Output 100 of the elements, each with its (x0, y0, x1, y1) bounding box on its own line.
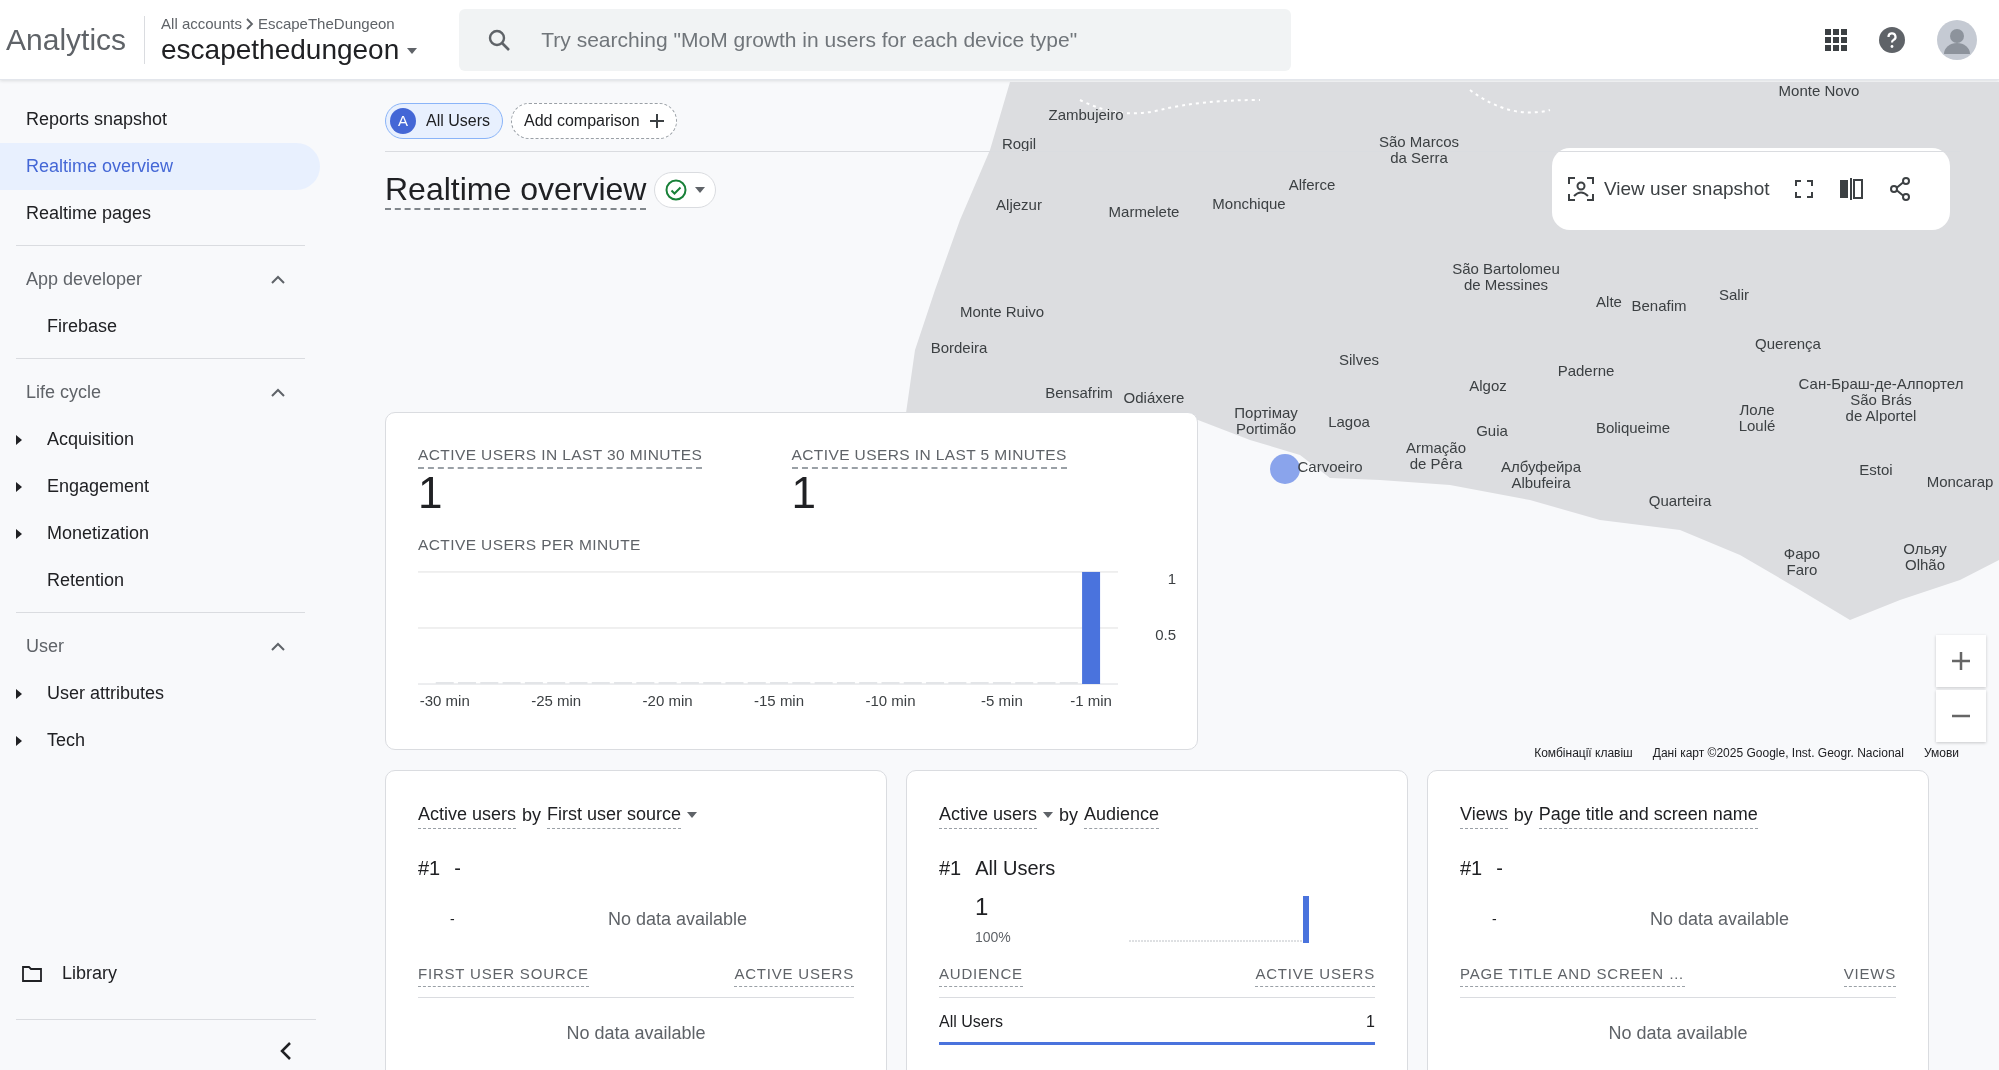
sidebar-item[interactable]: Realtime overview (0, 143, 320, 190)
location-dot (1270, 454, 1300, 484)
top-item-name: - (1496, 856, 1503, 882)
property-selector[interactable]: escapethedungeon (161, 35, 400, 67)
breadcrumb-link[interactable]: All accounts (161, 12, 242, 36)
metric-label: ACTIVE USERS IN LAST 5 MINUTES (791, 443, 1067, 469)
status-dropdown[interactable] (654, 172, 717, 209)
map-attribution[interactable]: Умови (1923, 746, 1959, 760)
top-item-value: 1 (975, 892, 990, 923)
map-place-label: Guia (1476, 423, 1508, 439)
map-place-label: Estoi (1859, 462, 1893, 478)
map-place-label: Carvoeiro (1297, 459, 1363, 475)
chevron-left-icon[interactable] (280, 1042, 292, 1060)
title-connector: by (522, 803, 542, 827)
search-field[interactable]: Try searching "MoM growth in users for each device type" (459, 8, 1292, 71)
expand-arrow-icon[interactable] (16, 688, 22, 699)
map-place-label: Сан-Браш-де-Алпортел São Brás de Alportel (1798, 376, 1964, 424)
map-place-label: Фаро Faro (1783, 546, 1821, 578)
sidebar-item[interactable]: Acquisition (47, 426, 135, 453)
expand-arrow-icon[interactable] (16, 434, 22, 445)
empty-table-message: No data available (566, 1022, 706, 1043)
x-axis-label: -5 min (981, 692, 1023, 710)
map-attribution[interactable]: Дані карт ©2025 Google, Inst. Geogr. Nacional (1652, 746, 1904, 760)
sidebar-item[interactable]: Reports snapshot (0, 96, 320, 143)
rank-label: #1 (1460, 856, 1483, 882)
map-place-label: Salir (1719, 287, 1749, 303)
caret-icon (695, 187, 706, 194)
section-heading: Life cycle (26, 381, 102, 404)
expand-arrow-icon[interactable] (16, 735, 22, 746)
breadcrumb-link[interactable]: EscapeTheDungeon (257, 12, 395, 36)
column-header[interactable]: FIRST USER SOURCE (418, 963, 589, 987)
title-connector: by (1059, 803, 1079, 827)
map-place-label: Algoz (1469, 378, 1507, 394)
caret-icon (407, 47, 418, 54)
chevron-right-icon (245, 18, 254, 31)
view-user-snapshot-button[interactable]: View user snapshot (1604, 174, 1770, 204)
add-comparison-button[interactable]: Add comparison (511, 103, 677, 139)
dimension-name[interactable]: First user source (547, 801, 682, 830)
map-place-label: Armação de Pêra (1406, 440, 1466, 472)
library-link[interactable]: Library (62, 960, 118, 987)
share-percent: 100% (975, 929, 1011, 946)
map-place-label: Bordeira (930, 340, 988, 356)
metric-value: 1 (418, 468, 443, 518)
column-header[interactable]: VIEWS (1843, 963, 1896, 987)
column-header[interactable]: ACTIVE USERS (734, 963, 854, 987)
map-place-label: São Bartolomeu de Messines (1452, 261, 1560, 293)
share-icon[interactable] (1889, 177, 1912, 201)
dimension-name[interactable]: Audience (1084, 801, 1160, 830)
dimension-name[interactable]: Page title and screen name (1538, 801, 1758, 830)
segment-chip[interactable]: A All Users (385, 103, 503, 139)
expand-arrow-icon[interactable] (16, 481, 22, 492)
sidebar-item[interactable]: Realtime pages (0, 190, 320, 237)
avatar-icon[interactable] (1937, 19, 1977, 60)
fullscreen-icon[interactable] (1795, 180, 1814, 198)
x-axis-label: -20 min (642, 692, 693, 710)
map-place-label: Лоле Loulé (1738, 402, 1776, 434)
expand-arrow-icon[interactable] (16, 528, 22, 539)
top-item-value: - (450, 909, 456, 929)
plus-icon (1951, 651, 1971, 671)
help-icon[interactable] (1879, 26, 1905, 53)
check-circle-icon (665, 179, 688, 202)
map-place-label: Ольяу Olhão (1903, 541, 1947, 573)
chevron-up-icon[interactable] (271, 642, 285, 651)
map-place-label: Alte (1596, 294, 1622, 310)
empty-table-message: No data available (1608, 1022, 1748, 1043)
sidebar-item[interactable]: Tech (47, 727, 86, 754)
map-place-label: Boliqueime (1595, 420, 1671, 436)
column-header[interactable]: ACTIVE USERS (1255, 963, 1375, 987)
page-title: Realtime overview (385, 170, 647, 211)
map-place-label: Monte Novo (1778, 83, 1860, 99)
map-place-label: Monte Ruivo (959, 304, 1045, 320)
sidebar-item[interactable]: Retention (47, 567, 125, 594)
x-axis-label: -25 min (531, 692, 582, 710)
map-place-label: Албуфейра Albufeira (1500, 459, 1582, 491)
map-place-label: Aljezur (996, 197, 1042, 213)
title-connector: by (1513, 803, 1533, 827)
table-cell-text: 1 (1366, 1011, 1375, 1032)
x-axis-label: -15 min (754, 692, 805, 710)
chart-title: ACTIVE USERS PER MINUTE (418, 535, 641, 556)
metric-name[interactable]: Active users (418, 801, 517, 830)
x-axis-label: -1 min (1070, 692, 1112, 710)
zoom-in-button[interactable] (1936, 635, 1986, 687)
compare-columns-icon[interactable] (1839, 178, 1864, 200)
metric-name[interactable]: Active users (939, 801, 1038, 830)
column-header[interactable]: AUDIENCE (939, 963, 1023, 987)
chevron-up-icon[interactable] (271, 388, 285, 397)
sidebar-item[interactable]: Monetization (47, 520, 150, 547)
chevron-up-icon[interactable] (271, 275, 285, 284)
map-attribution[interactable]: Комбінації клавіш (1534, 746, 1633, 760)
column-header[interactable]: PAGE TITLE AND SCREEN … (1460, 963, 1685, 987)
map-place-label: Портімау Portimão (1234, 405, 1298, 437)
sidebar-item[interactable]: Engagement (47, 473, 150, 500)
apps-grid-icon[interactable] (1825, 28, 1847, 51)
sidebar-item[interactable]: Firebase (47, 313, 118, 340)
caret-icon (687, 812, 698, 819)
sidebar-item[interactable]: User attributes (47, 680, 165, 707)
no-data-message: No data available (608, 907, 748, 931)
metric-label: ACTIVE USERS IN LAST 30 MINUTES (418, 443, 703, 469)
metric-name[interactable]: Views (1460, 801, 1508, 830)
section-heading: User (26, 635, 64, 658)
